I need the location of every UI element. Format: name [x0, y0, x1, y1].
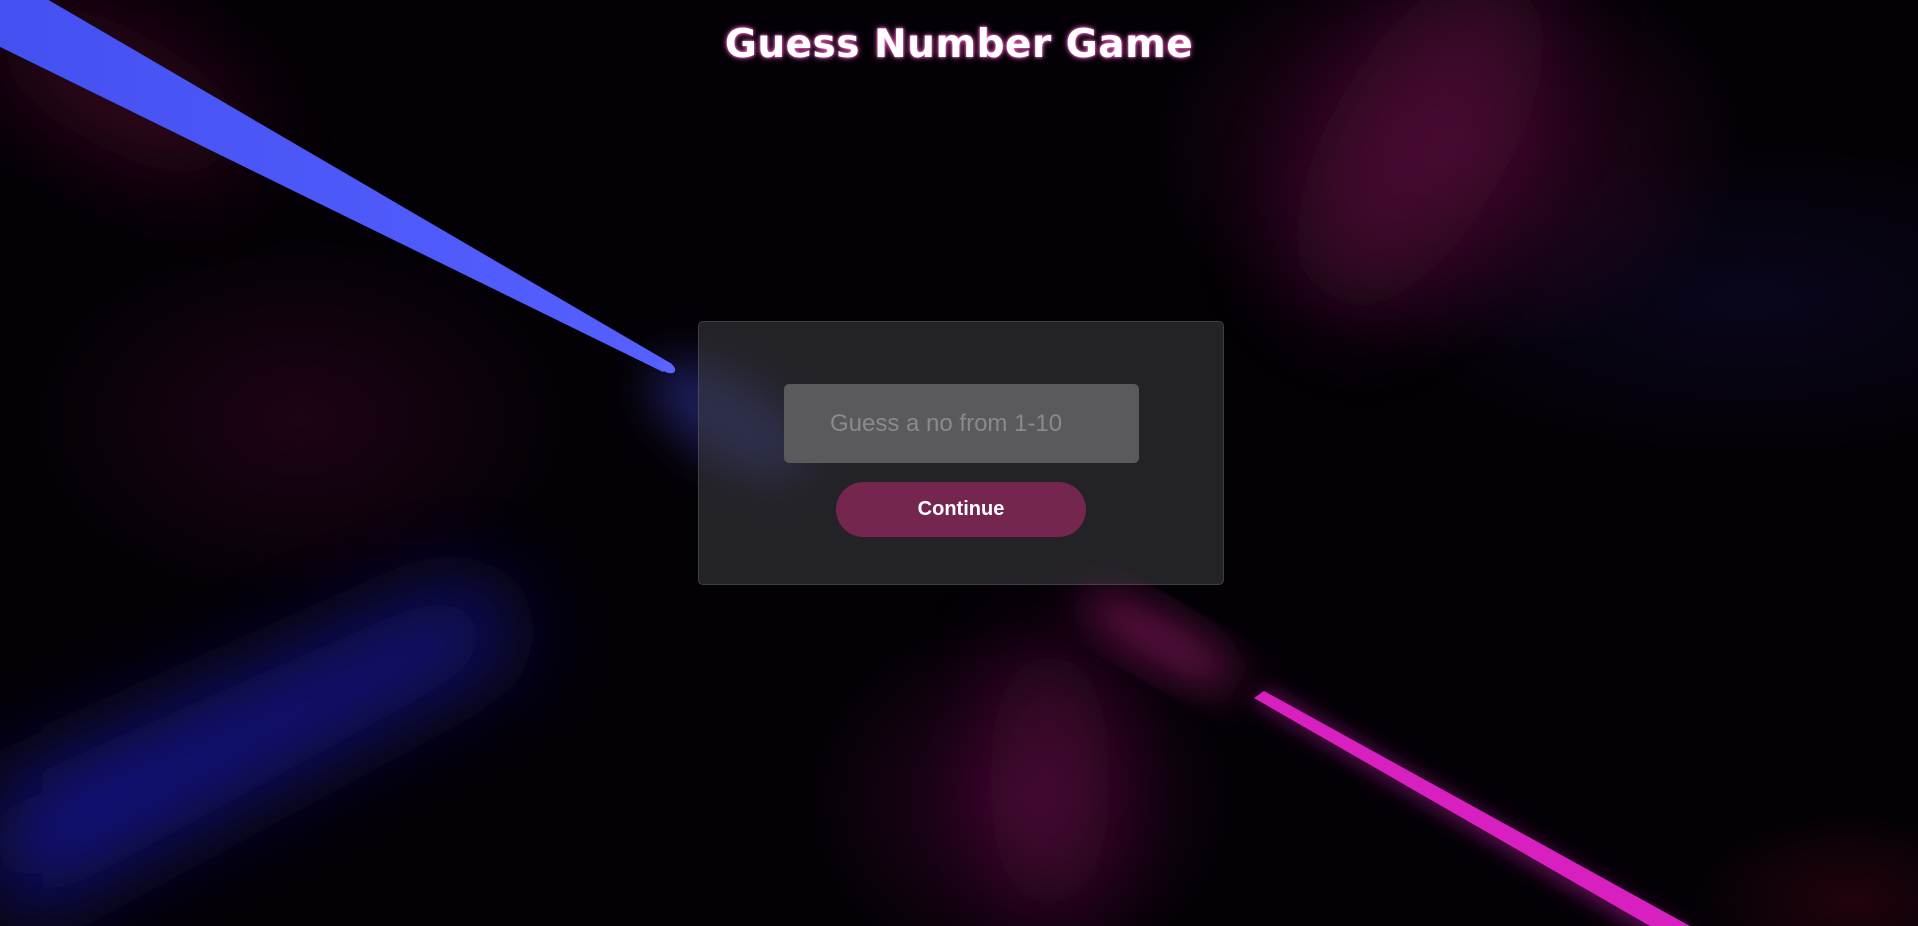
- continue-button[interactable]: Continue: [836, 482, 1086, 537]
- haze-bottom-center: [990, 640, 1110, 920]
- page-title: Guess Number Game: [724, 22, 1194, 67]
- guess-card: Continue: [698, 321, 1224, 585]
- haze-bottom-left: [0, 580, 530, 926]
- magenta-laser-beam: [1254, 691, 1690, 926]
- streak-card-right: [1081, 591, 1239, 689]
- guess-input[interactable]: [784, 384, 1139, 463]
- game-screen: Guess Number Game Continue: [0, 0, 1918, 926]
